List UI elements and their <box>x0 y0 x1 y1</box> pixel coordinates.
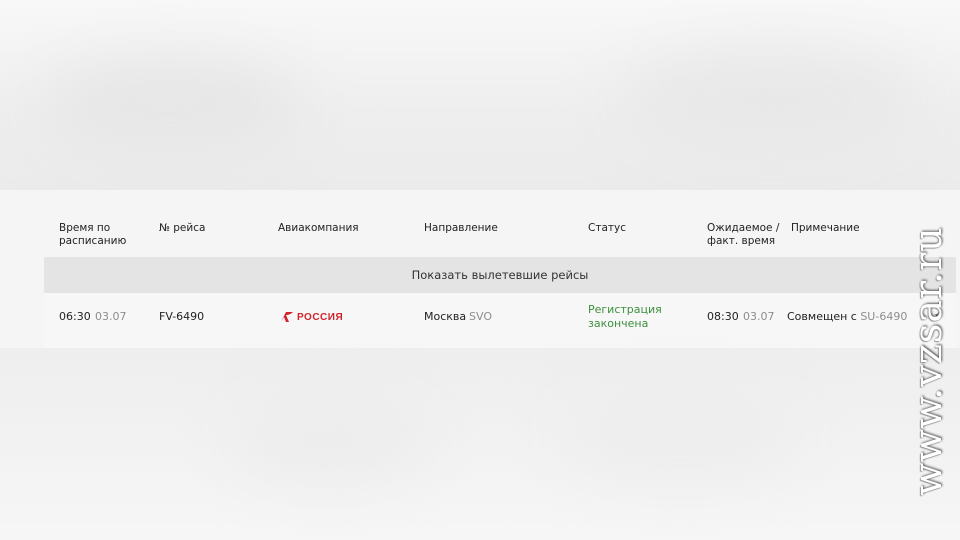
header-note: Примечание <box>791 222 860 234</box>
scheduled-time: 06:30 <box>59 310 91 323</box>
note-prefix: Совмещен с <box>787 310 857 323</box>
expected-time: 08:30 <box>707 310 739 323</box>
expected-date: 03.07 <box>743 310 775 323</box>
header-airline: Авиакомпания <box>278 222 359 234</box>
flight-number: FV-6490 <box>159 310 205 323</box>
blurred-background-bottom <box>0 348 960 540</box>
destination-airport: SVO <box>469 310 492 323</box>
header-flight-number: № рейса <box>159 222 206 234</box>
header-expected-time: Ожидаемое / факт. время <box>707 222 780 247</box>
header-status: Статус <box>588 222 626 234</box>
header-direction: Направление <box>424 222 498 234</box>
flight-note: Совмещен с SU-6490 <box>787 310 907 324</box>
blurred-shape <box>620 50 920 150</box>
blurred-shape <box>230 400 430 480</box>
scheduled-date: 03.07 <box>95 310 127 323</box>
blurred-shape <box>40 60 300 150</box>
destination-city: Москва <box>424 310 467 323</box>
airline-logo: РОССИЯ <box>280 309 352 325</box>
watermark: www.vzsar.ru <box>898 196 958 526</box>
flight-status: Регистрация закончена <box>588 303 662 330</box>
rossiya-wing-icon <box>281 312 293 322</box>
show-departed-flights-button[interactable]: Показать вылетевшие рейсы <box>44 257 956 293</box>
airline-logo-text: РОССИЯ <box>297 311 344 323</box>
header-scheduled-time: Время по расписанию <box>59 222 127 247</box>
page: Время по расписанию № рейса Авиакомпания… <box>0 0 960 540</box>
blurred-shape <box>560 390 800 480</box>
watermark-text: www.vzsar.ru <box>906 226 951 496</box>
